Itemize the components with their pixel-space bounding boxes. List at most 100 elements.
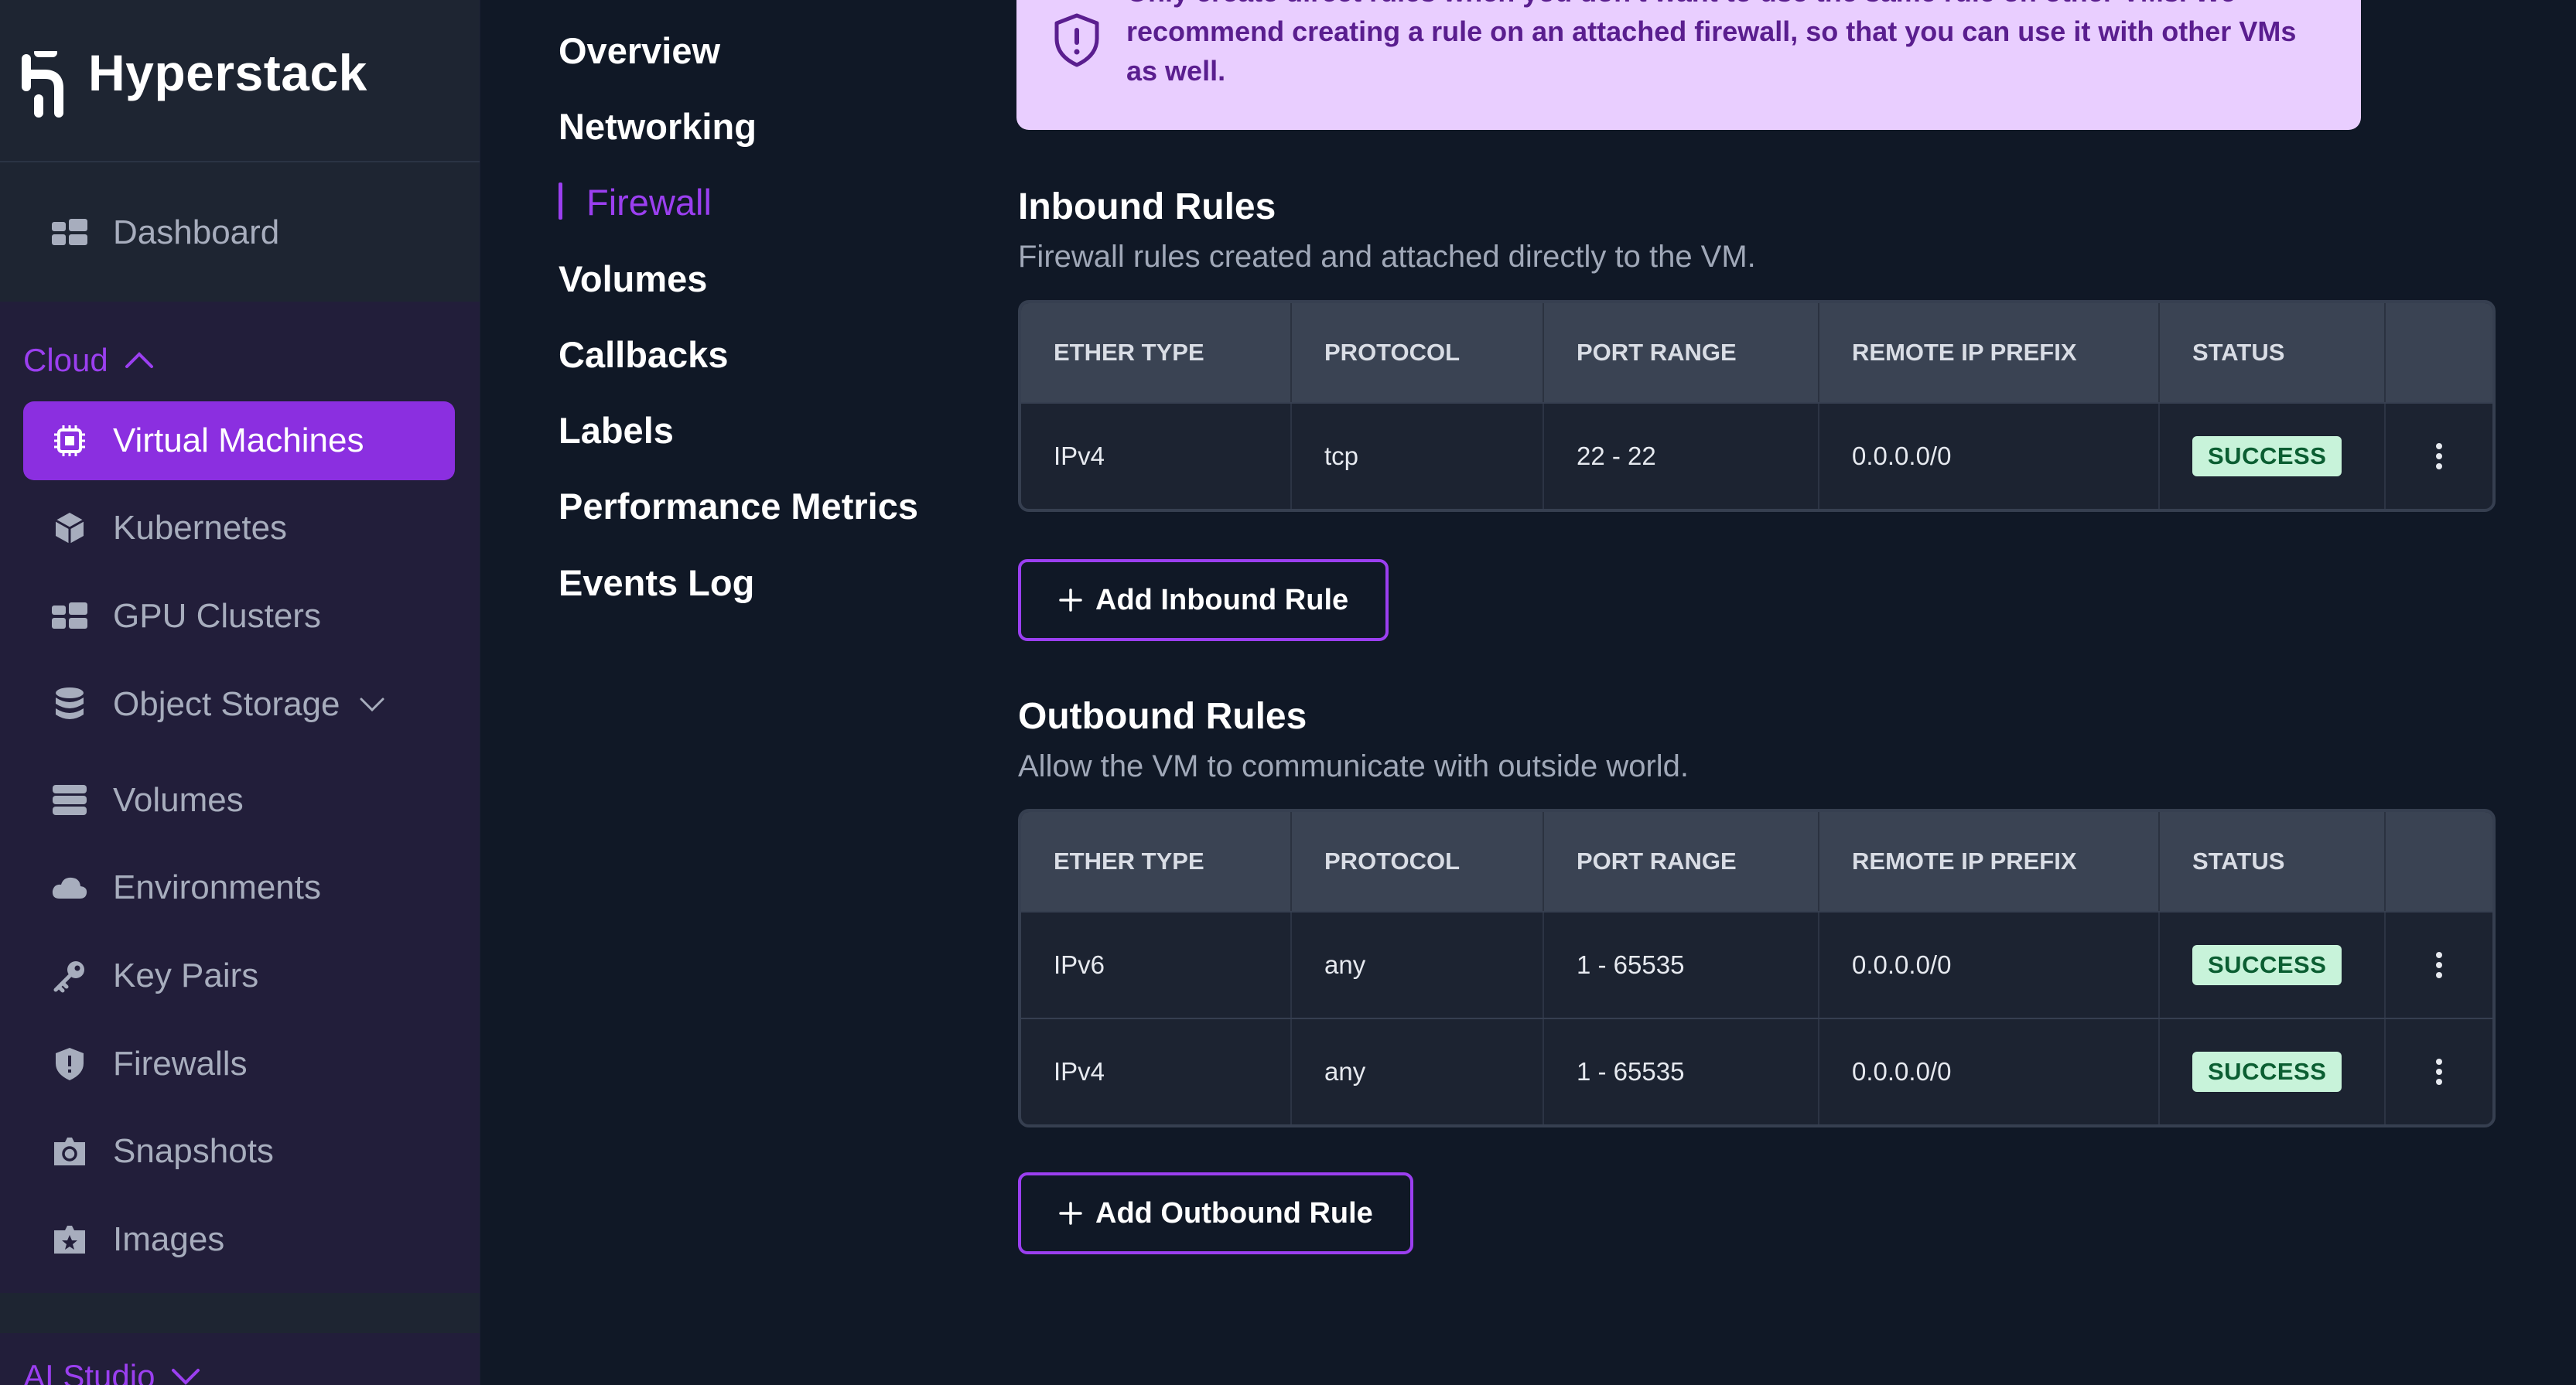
sidebar-item-virtual-machines[interactable]: Virtual Machines xyxy=(23,401,455,480)
table-row: IPv4 any 1 - 65535 0.0.0.0/0 SUCCESS xyxy=(1021,1018,2492,1124)
sidebar-item-label: Key Pairs xyxy=(113,957,259,994)
status-cell: SUCCESS xyxy=(2160,1019,2386,1124)
more-options-icon[interactable] xyxy=(2420,433,2458,479)
remote-ip-cell: 0.0.0.0/0 xyxy=(1819,913,2160,1018)
remote-ip-cell: 0.0.0.0/0 xyxy=(1819,1019,2160,1124)
remote-ip-cell: 0.0.0.0/0 xyxy=(1819,404,2160,509)
cloud-icon xyxy=(51,869,88,906)
key-icon xyxy=(51,957,88,994)
brand-name[interactable]: Hyperstack xyxy=(88,43,367,102)
sidebar-item-dashboard[interactable]: Dashboard xyxy=(23,193,455,272)
ether-type-cell: IPv6 xyxy=(1021,913,1292,1018)
outbound-rules-title: Outbound Rules xyxy=(1018,696,1307,737)
inbound-rules-subtitle: Firewall rules created and attached dire… xyxy=(1018,240,1756,274)
subnav-firewall[interactable]: Firewall xyxy=(586,181,712,223)
sidebar-item-volumes[interactable]: Volumes xyxy=(23,761,455,840)
subnav-overview[interactable]: Overview xyxy=(559,29,720,72)
more-options-icon[interactable] xyxy=(2420,942,2458,988)
protocol-cell: any xyxy=(1292,913,1544,1018)
cube-icon xyxy=(51,510,88,547)
sidebar-divider xyxy=(0,1293,480,1333)
column-header-actions xyxy=(2386,303,2492,402)
plus-icon xyxy=(1058,1201,1083,1226)
status-badge: SUCCESS xyxy=(2192,945,2342,985)
sidebar-item-gpu-clusters[interactable]: GPU Clusters xyxy=(23,577,455,656)
sidebar-item-images[interactable]: Images xyxy=(23,1200,455,1279)
table-row: IPv4 tcp 22 - 22 0.0.0.0/0 SUCCESS xyxy=(1021,402,2492,509)
sidebar-item-label: Volumes xyxy=(113,781,244,819)
sidebar-item-label: Snapshots xyxy=(113,1132,274,1170)
table-header-row: ETHER TYPE PROTOCOL PORT RANGE REMOTE IP… xyxy=(1021,812,2492,911)
chevron-down-icon xyxy=(360,698,384,712)
table-header-row: ETHER TYPE PROTOCOL PORT RANGE REMOTE IP… xyxy=(1021,303,2492,402)
actions-cell xyxy=(2386,1019,2492,1124)
inbound-rules-table: ETHER TYPE PROTOCOL PORT RANGE REMOTE IP… xyxy=(1018,300,2496,512)
dashboard-icon xyxy=(51,214,88,251)
port-range-cell: 22 - 22 xyxy=(1544,404,1819,509)
status-badge: SUCCESS xyxy=(2192,1052,2342,1092)
sidebar-item-label: Virtual Machines xyxy=(113,421,364,459)
subnav-volumes[interactable]: Volumes xyxy=(559,258,707,300)
port-range-cell: 1 - 65535 xyxy=(1544,913,1819,1018)
add-inbound-rule-label: Add Inbound Rule xyxy=(1095,583,1349,616)
status-badge: SUCCESS xyxy=(2192,436,2342,476)
subnav-callbacks[interactable]: Callbacks xyxy=(559,333,728,376)
column-header-actions xyxy=(2386,812,2492,911)
sidebar-item-firewalls[interactable]: Firewalls xyxy=(23,1025,455,1104)
sidebar-item-label: Object Storage xyxy=(113,685,340,723)
subnav-active-indicator xyxy=(559,183,562,220)
cloud-section-toggle[interactable]: Cloud xyxy=(23,342,155,379)
sidebar-item-label: Environments xyxy=(113,868,322,906)
sidebar-header: Hyperstack xyxy=(0,0,480,162)
sidebar-item-kubernetes[interactable]: Kubernetes xyxy=(23,489,455,568)
column-header[interactable]: ETHER TYPE xyxy=(1021,812,1292,911)
sidebar-item-label: Images xyxy=(113,1220,225,1258)
subnav-labels[interactable]: Labels xyxy=(559,409,674,452)
add-outbound-rule-button[interactable]: Add Outbound Rule xyxy=(1018,1172,1413,1254)
ether-type-cell: IPv4 xyxy=(1021,404,1292,509)
column-header[interactable]: STATUS xyxy=(2160,812,2386,911)
column-header[interactable]: PORT RANGE xyxy=(1544,812,1819,911)
sidebar-item-label: Kubernetes xyxy=(113,509,288,547)
column-header[interactable]: REMOTE IP PREFIX xyxy=(1819,303,2160,402)
subnav-networking[interactable]: Networking xyxy=(559,105,757,148)
more-options-icon[interactable] xyxy=(2420,1049,2458,1095)
column-header[interactable]: PORT RANGE xyxy=(1544,303,1819,402)
sidebar-item-object-storage[interactable]: Object Storage xyxy=(23,665,455,744)
database-icon xyxy=(51,686,88,723)
shield-alert-icon xyxy=(1054,13,1099,67)
table-row: IPv6 any 1 - 65535 0.0.0.0/0 SUCCESS xyxy=(1021,911,2492,1018)
ether-type-cell: IPv4 xyxy=(1021,1019,1292,1124)
column-header[interactable]: STATUS xyxy=(2160,303,2386,402)
sidebar-item-label: Dashboard xyxy=(113,213,280,251)
ai-studio-section-label: AI Studio xyxy=(23,1358,155,1385)
cluster-icon xyxy=(51,598,88,635)
outbound-rules-subtitle: Allow the VM to communicate with outside… xyxy=(1018,749,1689,783)
sidebar-item-snapshots[interactable]: Snapshots xyxy=(23,1112,455,1191)
port-range-cell: 1 - 65535 xyxy=(1544,1019,1819,1124)
firewall-notice: Only create direct rules when you don't … xyxy=(1016,0,2361,130)
subnav-events-log[interactable]: Events Log xyxy=(559,561,754,604)
add-outbound-rule-label: Add Outbound Rule xyxy=(1095,1196,1373,1230)
chevron-up-icon xyxy=(125,352,153,368)
image-icon xyxy=(51,1221,88,1258)
notice-text: Only create direct rules when you don't … xyxy=(1126,0,2297,87)
sidebar-item-environments[interactable]: Environments xyxy=(23,848,455,927)
column-header[interactable]: ETHER TYPE xyxy=(1021,303,1292,402)
subnav-performance-metrics[interactable]: Performance Metrics xyxy=(559,485,918,527)
column-header[interactable]: PROTOCOL xyxy=(1292,812,1544,911)
column-header[interactable]: REMOTE IP PREFIX xyxy=(1819,812,2160,911)
add-inbound-rule-button[interactable]: Add Inbound Rule xyxy=(1018,559,1389,641)
hyperstack-logo-icon xyxy=(22,51,63,118)
column-header[interactable]: PROTOCOL xyxy=(1292,303,1544,402)
chip-icon xyxy=(51,422,88,459)
actions-cell xyxy=(2386,404,2492,509)
sidebar-item-label: GPU Clusters xyxy=(113,597,321,635)
actions-cell xyxy=(2386,913,2492,1018)
protocol-cell: tcp xyxy=(1292,404,1544,509)
cloud-section-label: Cloud xyxy=(23,342,108,378)
status-cell: SUCCESS xyxy=(2160,913,2386,1018)
sidebar-item-key-pairs[interactable]: Key Pairs xyxy=(23,936,455,1015)
ai-studio-section-toggle[interactable]: AI Studio xyxy=(23,1358,201,1385)
plus-icon xyxy=(1058,588,1083,612)
